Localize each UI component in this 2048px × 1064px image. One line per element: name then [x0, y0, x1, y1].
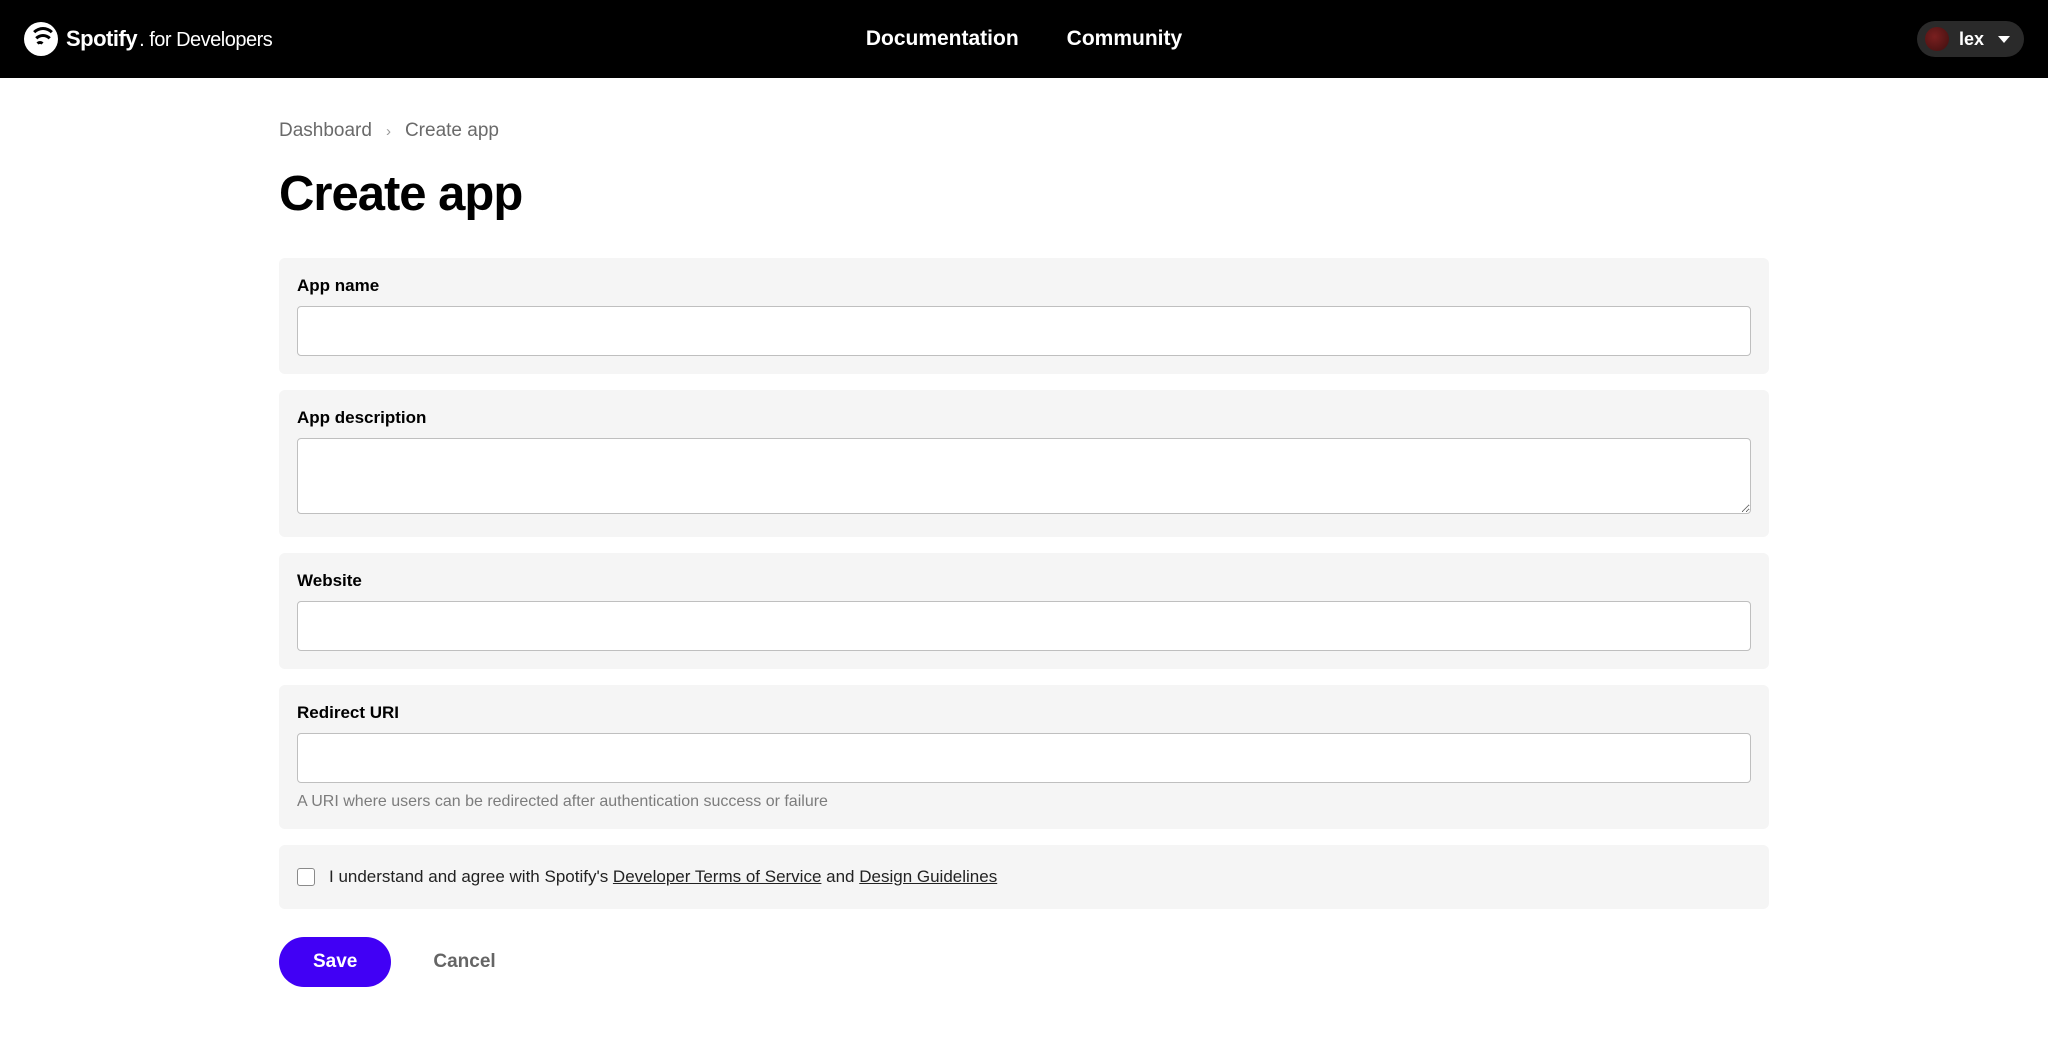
agreement-card: I understand and agree with Spotify's De… [279, 845, 1769, 909]
cancel-button[interactable]: Cancel [433, 951, 495, 973]
user-menu[interactable]: lex [1917, 21, 2024, 57]
primary-nav: Documentation Community [866, 27, 1182, 51]
help-redirect-uri: A URI where users can be redirected afte… [297, 793, 1751, 811]
brand-logo[interactable]: Spotify. for Developers [24, 22, 272, 56]
field-card-redirect-uri: Redirect URI A URI where users can be re… [279, 685, 1769, 829]
spotify-icon [24, 22, 58, 56]
input-redirect-uri[interactable] [297, 733, 1751, 783]
field-card-app-name: App name [279, 258, 1769, 374]
brand-sub: . for Developers [139, 29, 272, 51]
chevron-down-icon [1998, 36, 2010, 43]
checkbox-agreement[interactable] [297, 868, 315, 886]
label-redirect-uri: Redirect URI [297, 703, 1751, 723]
username: lex [1959, 29, 1984, 50]
form-actions: Save Cancel [279, 937, 1769, 987]
save-button[interactable]: Save [279, 937, 391, 987]
field-card-website: Website [279, 553, 1769, 669]
breadcrumb-dashboard[interactable]: Dashboard [279, 120, 372, 142]
avatar [1925, 27, 1949, 51]
field-card-app-description: App description [279, 390, 1769, 537]
label-app-description: App description [297, 408, 1751, 428]
top-header: Spotify. for Developers Documentation Co… [0, 0, 2048, 78]
nav-documentation[interactable]: Documentation [866, 27, 1019, 51]
input-app-description[interactable] [297, 438, 1751, 514]
brand-main: Spotify [66, 26, 137, 51]
agreement-text: I understand and agree with Spotify's De… [329, 867, 997, 887]
breadcrumb-current: Create app [405, 120, 499, 142]
nav-community[interactable]: Community [1067, 27, 1183, 51]
link-developer-tos[interactable]: Developer Terms of Service [613, 867, 822, 886]
brand-text: Spotify. for Developers [66, 26, 272, 52]
page-title: Create app [279, 166, 1769, 222]
input-app-name[interactable] [297, 306, 1751, 356]
breadcrumb: Dashboard › Create app [279, 120, 1769, 142]
chevron-right-icon: › [386, 123, 391, 140]
main-container: Dashboard › Create app Create app App na… [279, 78, 1769, 1047]
link-design-guidelines[interactable]: Design Guidelines [859, 867, 997, 886]
label-app-name: App name [297, 276, 1751, 296]
input-website[interactable] [297, 601, 1751, 651]
label-website: Website [297, 571, 1751, 591]
